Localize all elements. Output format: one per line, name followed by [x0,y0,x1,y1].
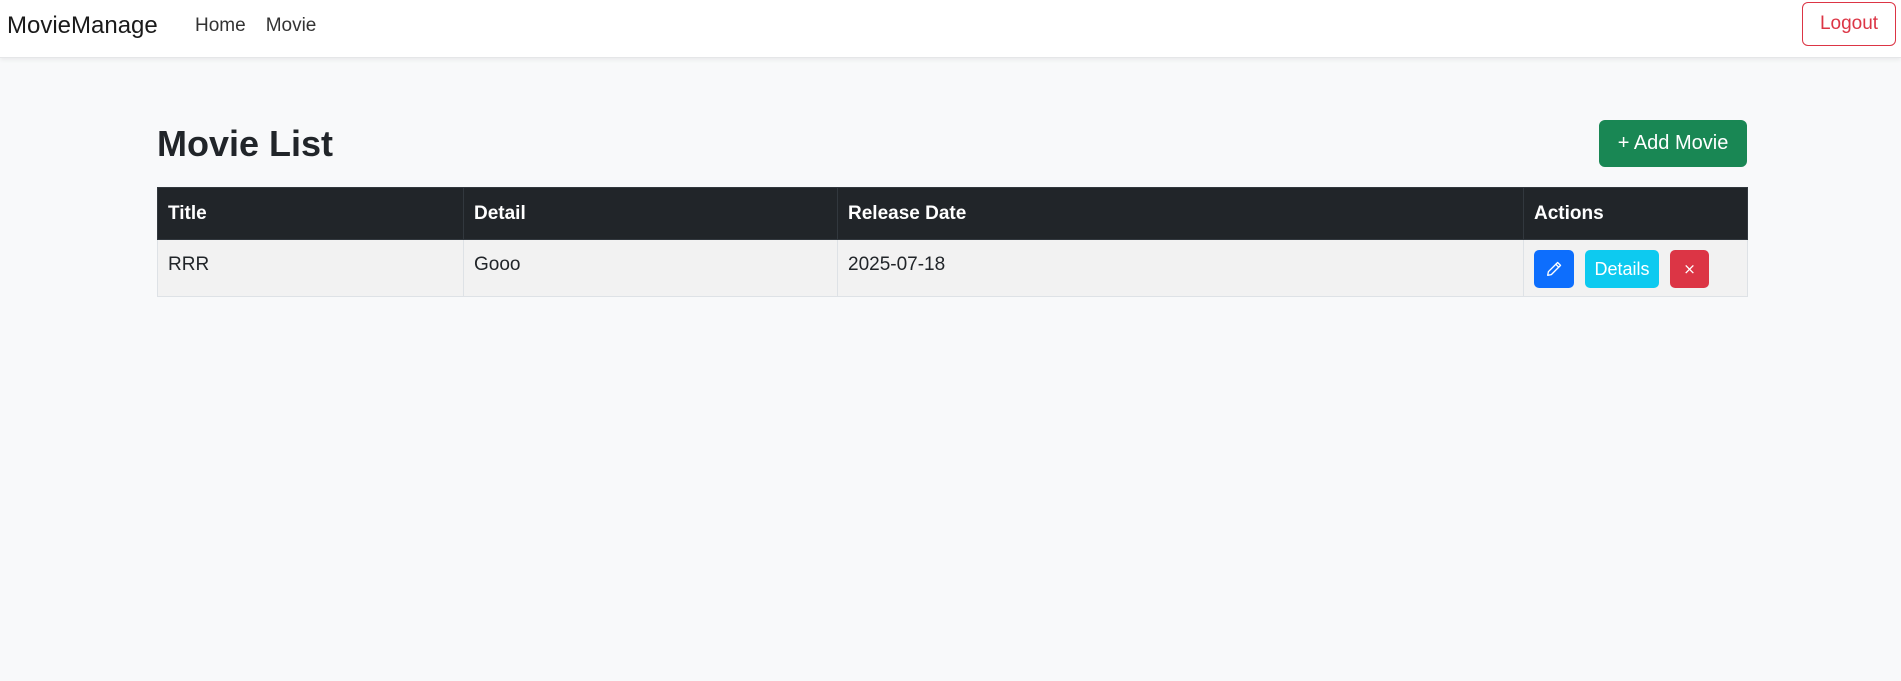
cell-detail: Gooo [463,239,838,297]
cell-actions: Details × [1523,239,1748,297]
row-actions: Details × [1534,240,1737,288]
table-header-row: Title Detail Release Date Actions [157,187,1748,240]
logout-button[interactable]: Logout [1802,2,1896,46]
movie-release-date: 2025-07-18 [848,254,946,275]
delete-button[interactable]: × [1670,250,1709,288]
header-release-date: Release Date [837,187,1524,240]
nav-links: Home Movie [195,14,316,38]
add-movie-button[interactable]: + Add Movie [1599,120,1747,167]
brand-logo[interactable]: MovieManage [7,12,158,40]
edit-button[interactable] [1534,250,1574,288]
cell-title: RRR [157,239,464,297]
details-button[interactable]: Details [1585,250,1659,288]
header-actions: Actions [1523,187,1748,240]
nav-link-movie[interactable]: Movie [266,14,317,38]
table-row: RRR Gooo 2025-07-18 Details × [157,239,1748,297]
pencil-icon [1547,261,1562,276]
nav-link-home[interactable]: Home [195,14,246,38]
page-title: Movie List [157,123,334,164]
header-title: Title [157,187,464,240]
header-detail: Detail [463,187,838,240]
movie-title: RRR [168,254,210,275]
movie-table: Title Detail Release Date Actions RRR Go… [157,187,1748,297]
navbar: MovieManage Home Movie Logout [0,0,1901,58]
cell-release-date: 2025-07-18 [837,239,1524,297]
movie-detail: Gooo [474,254,521,275]
